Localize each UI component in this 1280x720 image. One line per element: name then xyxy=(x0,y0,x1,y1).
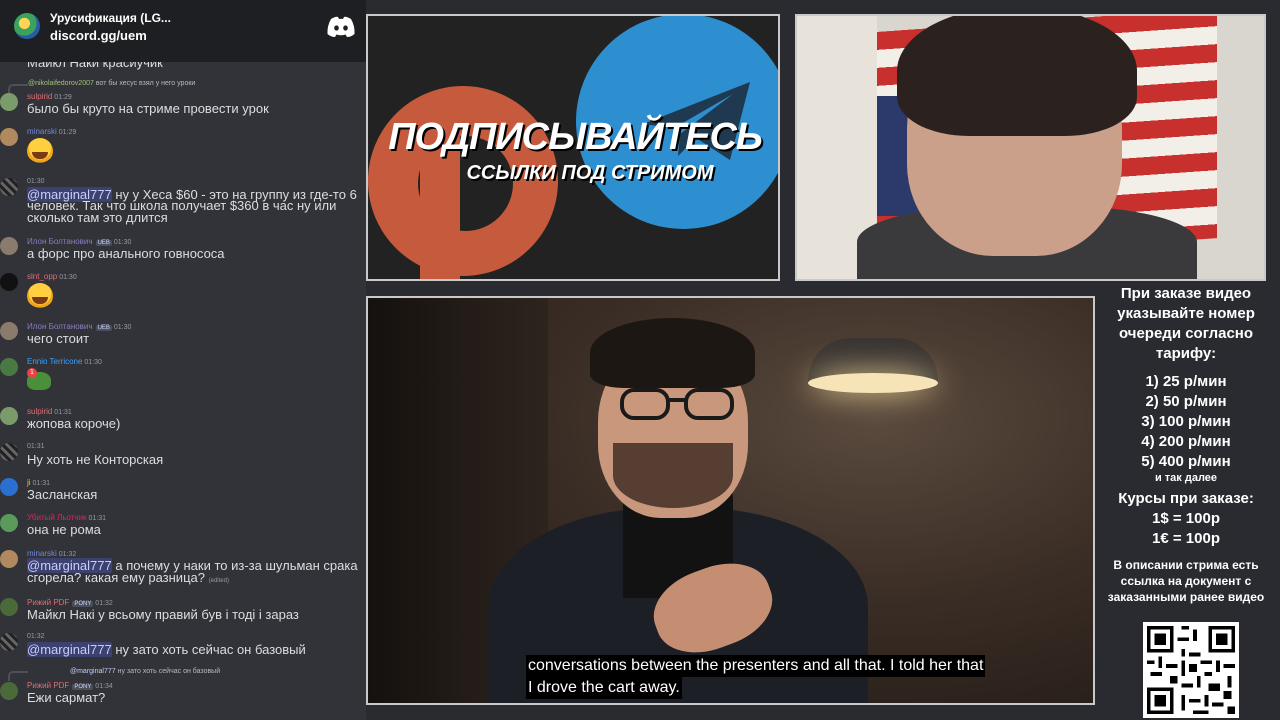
avatar[interactable] xyxy=(0,443,18,461)
avatar[interactable] xyxy=(0,322,18,340)
message-text: чего стоит xyxy=(27,331,90,346)
description-note: В описании стрима есть ссылка на докумен… xyxy=(1107,558,1265,604)
message-text: было бы круто на стриме провести урок xyxy=(27,101,269,116)
banner-subline: ССЫЛКИ ПОД СТРИМОМ xyxy=(466,162,714,184)
avatar[interactable] xyxy=(0,178,18,196)
message-text: а форс про анального говнососа xyxy=(27,246,225,261)
message-meta: Рижий PDF PONY 01:32 xyxy=(27,598,113,607)
avatar[interactable] xyxy=(0,478,18,496)
message-meta: ji 01:31 xyxy=(27,478,51,487)
qr-code-icon[interactable] xyxy=(1143,622,1239,718)
order-info-panel: При заказе видео указывайте номер очеред… xyxy=(1100,284,1272,720)
message-meta: 01:31 xyxy=(27,443,45,450)
rates-title: Курсы при заказе: xyxy=(1118,490,1254,507)
tariff-item: 1) 25 р/мин xyxy=(1145,373,1227,390)
avatar[interactable] xyxy=(0,550,18,568)
joy-emoji xyxy=(27,283,53,309)
video-subtitles: conversations between the presenters and… xyxy=(526,655,986,699)
message-meta: minarski 01:29 xyxy=(27,127,77,136)
message-text: Ежи сармат? xyxy=(27,690,106,705)
avatar[interactable] xyxy=(0,128,18,146)
server-name: Урусификация (LG... xyxy=(50,11,171,25)
server-icon xyxy=(14,13,40,39)
message-text: Ну хоть не Конторская xyxy=(27,452,164,467)
notification-badge: 1 xyxy=(27,368,37,378)
lamp-glow xyxy=(808,373,938,393)
speaker-hair xyxy=(590,318,755,388)
joy-emoji xyxy=(27,138,53,164)
message-meta: sulpirid 01:31 xyxy=(27,407,72,416)
message-text: она не рома xyxy=(27,522,101,537)
message-meta: sulpirid 01:29 xyxy=(27,92,72,101)
server-invite-link[interactable]: discord.gg/uem xyxy=(50,28,147,43)
message-meta: minarski 01:32 xyxy=(27,549,77,558)
subtitle-line-2: I drove the cart away. xyxy=(526,677,682,699)
webcam-feed xyxy=(795,14,1266,281)
reply-connector xyxy=(8,671,28,681)
banner-headline: ПОДПИСЫВАЙТЕСЬ xyxy=(388,116,763,158)
tariff-item: 5) 400 р/мин xyxy=(1141,453,1231,470)
tariff-item: 3) 100 р/мин xyxy=(1141,413,1231,430)
rate-item: 1$ = 100р xyxy=(1152,510,1220,527)
message-meta: Убитый Льотчик 01:31 xyxy=(27,513,107,522)
tariffs-more: и так далее xyxy=(1154,472,1218,484)
avatar[interactable] xyxy=(0,598,18,616)
avatar[interactable] xyxy=(0,514,18,532)
discord-logo-icon xyxy=(327,16,355,37)
message-meta: 01:30 xyxy=(27,178,45,185)
message-meta: Ennio Terricone 01:30 xyxy=(27,357,102,366)
message-meta: slnt_opp 01:30 xyxy=(27,272,77,281)
avatar[interactable] xyxy=(0,237,18,255)
user-mention[interactable]: @marginal777 xyxy=(27,642,112,657)
message-meta: 01:32 xyxy=(27,633,45,640)
main-video-player[interactable]: conversations between the presenters and… xyxy=(366,296,1095,705)
message-meta: Рижий PDF PONY 01:34 xyxy=(27,681,113,690)
order-intro: При заказе видео указывайте номер очеред… xyxy=(1117,285,1255,362)
tariff-item: 2) 50 р/мин xyxy=(1145,393,1227,410)
message-meta: Илон Болтанович UEB 01:30 xyxy=(27,237,132,246)
avatar[interactable] xyxy=(0,273,18,291)
server-header[interactable]: Урусификация (LG... discord.gg/uem xyxy=(0,0,366,62)
message-text: Засланская xyxy=(27,487,98,502)
subscribe-banner: ПОДПИСЫВАЙТЕСЬ ССЫЛКИ ПОД СТРИМОМ xyxy=(366,14,780,281)
message-text: Майкл Накі у всьому правий був і тоді і … xyxy=(27,607,299,622)
tariff-item: 4) 200 р/мин xyxy=(1141,433,1231,450)
discord-chat-panel: Урусификация (LG... discord.gg/uem Майкл… xyxy=(0,0,366,720)
rate-item: 1€ = 100р xyxy=(1152,530,1220,547)
subtitle-line-1: conversations between the presenters and… xyxy=(526,655,986,677)
message-text: сгорела? какая ему разница? (edited) xyxy=(27,570,229,585)
avatar[interactable] xyxy=(0,407,18,425)
reply-preview: @nikolaifedorov2007 вот бы хесус взял у … xyxy=(28,80,196,87)
speaker-beard xyxy=(613,443,733,508)
reply-preview: @marginal777 ну зато хоть сейчас он базо… xyxy=(70,668,221,675)
avatar[interactable] xyxy=(0,682,18,700)
glasses-icon xyxy=(620,388,734,420)
message-text: сколько там это длится xyxy=(27,210,168,225)
message-text: жопова короче) xyxy=(27,416,121,431)
message-text: @marginal777 ну зато хоть сейчас он базо… xyxy=(27,642,306,657)
message-meta: Илон Болтанович UEB 01:30 xyxy=(27,322,132,331)
avatar[interactable] xyxy=(0,358,18,376)
avatar[interactable] xyxy=(0,93,18,111)
avatar[interactable] xyxy=(0,633,18,651)
streamer-hair xyxy=(897,16,1137,136)
